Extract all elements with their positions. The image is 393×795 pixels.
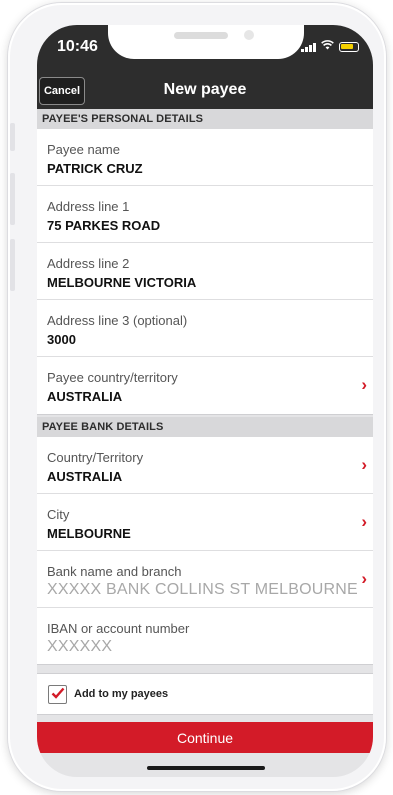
field-label: Address line 1: [47, 199, 130, 214]
section-header-bank: PAYEE BANK DETAILS: [37, 417, 373, 437]
home-indicator: [147, 766, 265, 770]
signal-icon: [301, 43, 316, 52]
field-label: City: [47, 507, 70, 522]
field-value: MELBOURNE VICTORIA: [47, 275, 197, 290]
chevron-right-icon: ›: [361, 375, 367, 394]
app-screen: 10:46 Cancel New payee PAYEE'S PERSONAL …: [37, 25, 373, 777]
address-line-2-field[interactable]: Address line 2 MELBOURNE VICTORIA: [37, 243, 373, 300]
checkmark-icon: [51, 687, 64, 699]
field-value: AUSTRALIA: [47, 389, 123, 404]
field-label: IBAN or account number: [47, 621, 190, 636]
payee-country-field[interactable]: Payee country/territory AUSTRALIA ›: [37, 357, 373, 414]
iban-account-field[interactable]: IBAN or account number XXXXXX: [37, 608, 373, 665]
field-value: 3000: [47, 332, 76, 347]
phone-side-button: [10, 123, 15, 151]
speaker: [174, 32, 228, 39]
chevron-right-icon: ›: [361, 512, 367, 531]
camera: [244, 30, 254, 40]
chevron-right-icon: ›: [361, 569, 367, 588]
personal-details-card: Payee name PATRICK CRUZ Address line 1 7…: [37, 129, 373, 415]
phone-side-button: [10, 239, 15, 291]
bank-country-field[interactable]: Country/Territory AUSTRALIA ›: [37, 437, 373, 494]
field-label: Address line 2: [47, 256, 130, 271]
navigation-bar: 10:46 Cancel New payee: [37, 25, 373, 109]
field-placeholder: XXXXXX: [47, 638, 113, 655]
bank-details-card: Country/Territory AUSTRALIA › City MELBO…: [37, 437, 373, 665]
field-placeholder: XXXXX BANK COLLINS ST MELBOURNE: [47, 581, 358, 598]
add-to-payees-checkbox[interactable]: [48, 685, 67, 704]
device-notch: [108, 25, 304, 59]
address-line-1-field[interactable]: Address line 1 75 PARKES ROAD: [37, 186, 373, 243]
battery-icon: [339, 42, 359, 52]
bank-city-field[interactable]: City MELBOURNE ›: [37, 494, 373, 551]
chevron-right-icon: ›: [361, 455, 367, 474]
field-value: MELBOURNE: [47, 526, 131, 541]
field-label: Bank name and branch: [47, 564, 182, 579]
field-value: PATRICK CRUZ: [47, 161, 143, 176]
wifi-icon: [321, 39, 334, 52]
field-label: Address line 3 (optional): [47, 313, 188, 328]
section-header-personal: PAYEE'S PERSONAL DETAILS: [37, 109, 373, 129]
field-label: Payee name: [47, 142, 120, 157]
status-icons: [301, 39, 359, 52]
address-line-3-field[interactable]: Address line 3 (optional) 3000: [37, 300, 373, 357]
bank-name-branch-field[interactable]: Bank name and branch XXXXX BANK COLLINS …: [37, 551, 373, 608]
payee-name-field[interactable]: Payee name PATRICK CRUZ: [37, 129, 373, 186]
continue-button[interactable]: Continue: [37, 722, 373, 753]
phone-frame: 10:46 Cancel New payee PAYEE'S PERSONAL …: [8, 3, 386, 791]
phone-side-button: [10, 173, 15, 225]
field-label: Payee country/territory: [47, 370, 178, 385]
field-label: Country/Territory: [47, 450, 144, 465]
field-value: 75 PARKES ROAD: [47, 218, 161, 233]
field-value: AUSTRALIA: [47, 469, 123, 484]
status-time: 10:46: [57, 38, 98, 55]
add-to-payees-label: Add to my payees: [74, 688, 169, 700]
page-title: New payee: [163, 81, 247, 98]
add-to-payees-row[interactable]: Add to my payees: [37, 673, 373, 715]
